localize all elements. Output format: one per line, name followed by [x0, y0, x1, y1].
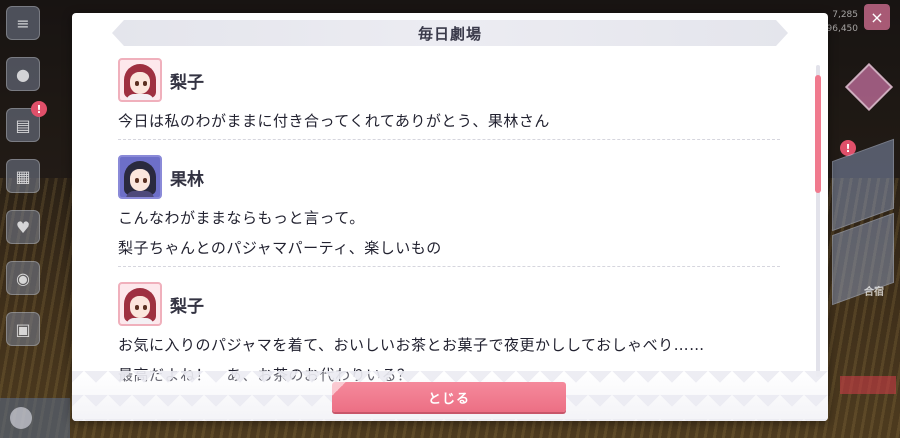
message-item: 梨子 お気に入りのパジャマを着て、おいしいお茶とお菓子で夜更かししておしゃべり……	[118, 281, 780, 383]
close-button[interactable]: とじる	[332, 382, 566, 412]
gift-icon: ▦	[15, 166, 31, 186]
camp-label: 合宿	[864, 287, 884, 298]
speaker-name: 梨子	[170, 296, 204, 317]
close-icon: ×	[870, 7, 884, 27]
daily-theater-dialog: 毎日劇場 梨子 今日は私のわがままに付き合ってくれてありがとう、果林さん 果林	[72, 13, 828, 421]
message-text: こんなわがままならもっと言って。 梨子ちゃんとのパジャマパーティ、楽しいもの	[118, 200, 780, 266]
left-sidebar: ≡ ● ▤ ! ▦ ♥ ◉ ▣	[6, 6, 47, 363]
menu-icon: ≡	[16, 13, 30, 33]
dialog-title-bar: 毎日劇場	[112, 20, 788, 46]
close-button-label: とじる	[427, 390, 470, 406]
profile-icon: ◉	[16, 268, 30, 288]
karin-avatar	[118, 155, 162, 199]
album-button[interactable]: ▣	[6, 312, 40, 346]
riko-avatar	[118, 58, 162, 102]
message-header: 梨子	[118, 281, 780, 327]
dialog-title: 毎日劇場	[417, 24, 482, 43]
event-button[interactable]: ▤ !	[6, 101, 47, 142]
speaker-name: 梨子	[170, 72, 204, 93]
message-text: 今日は私のわがままに付き合ってくれてありがとう、果林さん	[118, 103, 780, 139]
hud-red-banner[interactable]	[840, 376, 896, 394]
riko-avatar	[118, 282, 162, 326]
character-icon	[10, 407, 32, 429]
gift-button[interactable]: ▦	[6, 159, 40, 193]
message-header: 梨子	[118, 57, 780, 103]
heart-button[interactable]: ♥	[6, 210, 40, 244]
heart-icon: ♥	[15, 217, 31, 237]
menu-button[interactable]: ≡	[6, 6, 40, 40]
message-item: 果林 こんなわがままならもっと言って。 梨子ちゃんとのパジャマパーティ、楽しいも…	[118, 154, 780, 267]
message-item: 梨子 今日は私のわがままに付き合ってくれてありがとう、果林さん	[118, 57, 780, 140]
left-bottom-button[interactable]	[0, 398, 70, 438]
diamond-icon[interactable]	[844, 62, 894, 112]
chat-icon: ●	[16, 64, 30, 84]
notification-badge: !	[31, 101, 47, 117]
right-hud: × 7,285 896,450 ! 合宿	[821, 0, 900, 438]
album-icon: ▣	[15, 319, 31, 339]
speaker-name: 果林	[170, 169, 204, 190]
message-line: こんなわがままならもっと言って。	[118, 209, 365, 227]
scrollbar-thumb[interactable]	[815, 75, 821, 193]
message-line: お気に入りのパジャマを着て、おいしいお茶とお菓子で夜更かししておしゃべり……	[118, 336, 705, 354]
currency-amount-1: 7,285	[832, 10, 858, 20]
message-header: 果林	[118, 154, 780, 200]
event-icon: ▤	[15, 115, 31, 135]
message-list[interactable]: 梨子 今日は私のわがままに付き合ってくれてありがとう、果林さん 果林 こんなわが…	[118, 57, 780, 383]
profile-button[interactable]: ◉	[6, 261, 40, 295]
hud-close-button[interactable]: ×	[864, 4, 890, 30]
chat-button[interactable]: ●	[6, 57, 40, 91]
message-line: 今日は私のわがままに付き合ってくれてありがとう、果林さん	[118, 112, 550, 130]
message-line: 梨子ちゃんとのパジャマパーティ、楽しいもの	[118, 239, 442, 257]
button-corner-accent	[332, 382, 346, 396]
